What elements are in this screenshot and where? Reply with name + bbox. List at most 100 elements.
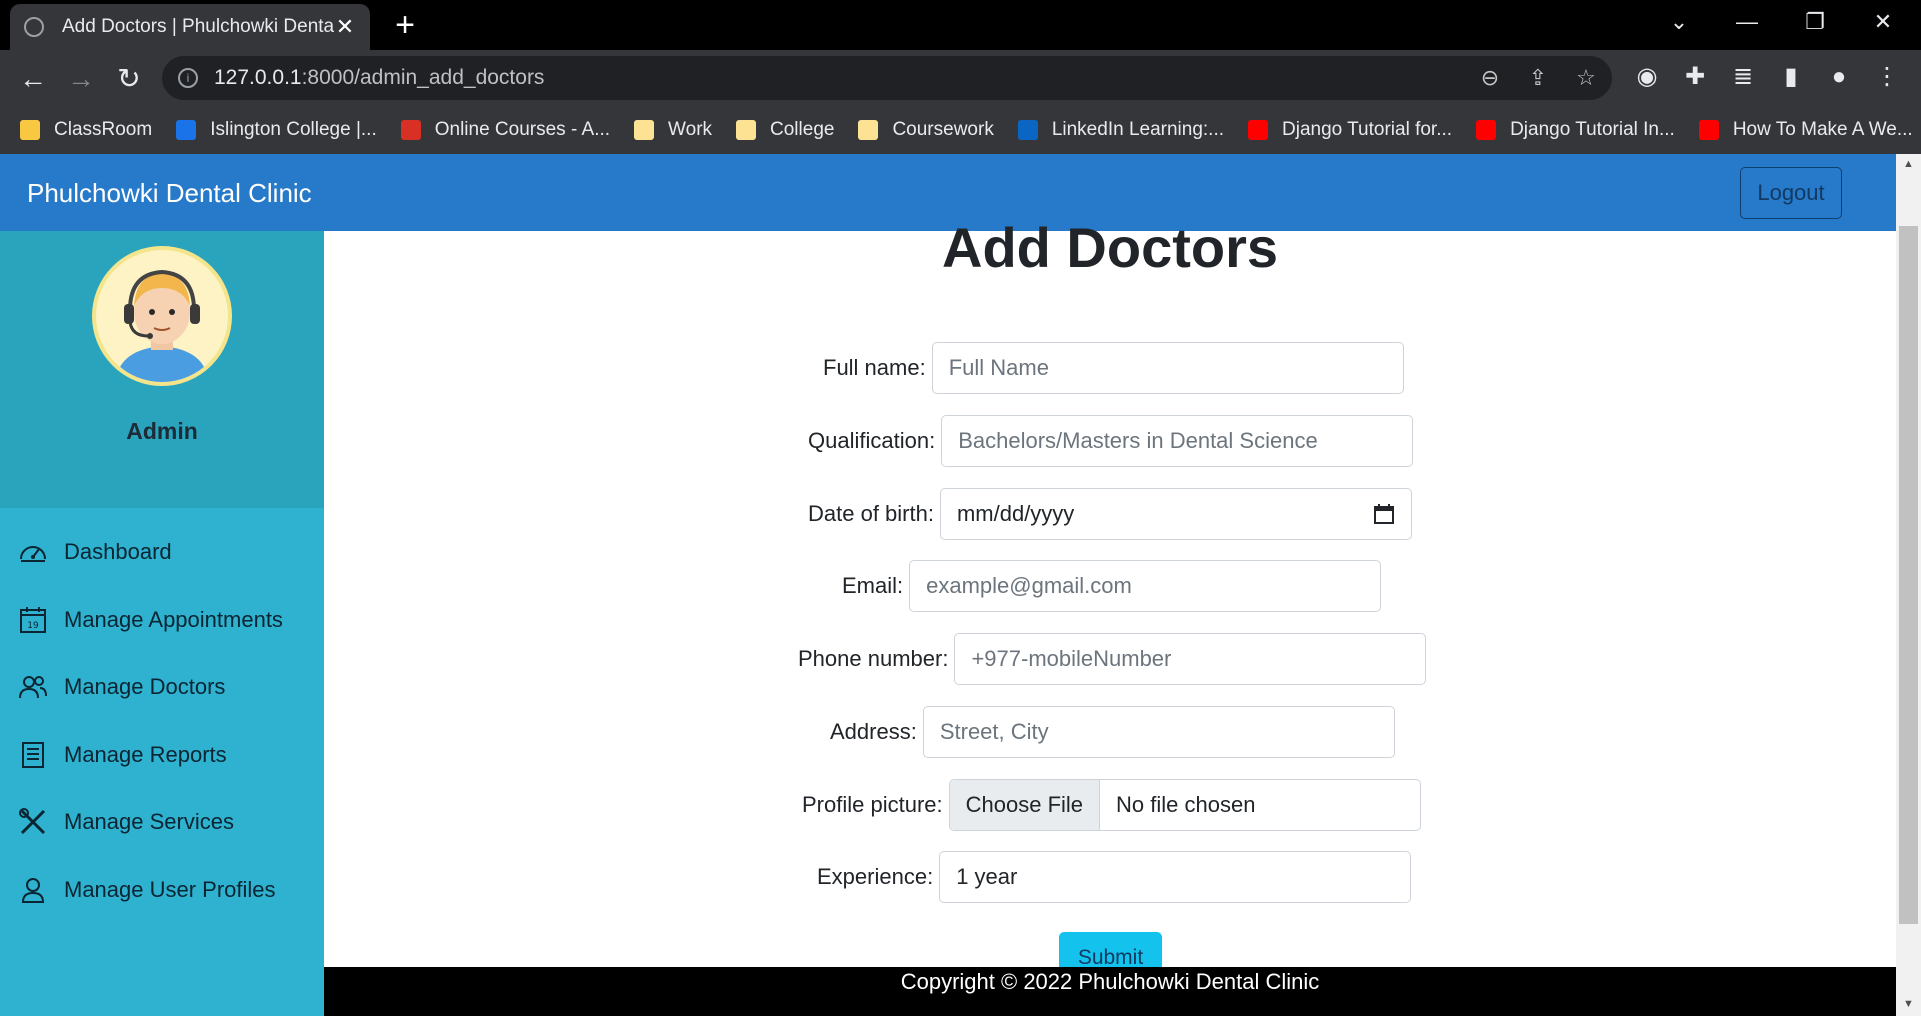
side-panel-icon[interactable]: ▮ bbox=[1774, 60, 1808, 94]
footer: Copyright © 2022 Phulchowki Dental Clini… bbox=[324, 967, 1896, 1016]
bookmark-label: LinkedIn Learning:... bbox=[1051, 119, 1225, 140]
bookmark-favicon-icon bbox=[634, 120, 655, 140]
bookmark-label: Online Courses - A... bbox=[434, 119, 611, 140]
dashboard-icon bbox=[20, 546, 46, 562]
sidebar-item-label: Dashboard bbox=[64, 539, 172, 564]
bookmark-item[interactable]: Coursework bbox=[858, 119, 994, 141]
address-input[interactable]: Street, City bbox=[922, 706, 1395, 758]
phone-input[interactable]: +977-mobileNumber bbox=[954, 633, 1427, 685]
users-icon bbox=[19, 676, 47, 699]
profile-picture-input[interactable]: Choose File No file chosen bbox=[948, 779, 1421, 831]
bookmark-label: How To Make A We... bbox=[1732, 119, 1913, 140]
bookmark-favicon-icon bbox=[20, 120, 40, 140]
bookmark-item[interactable]: How To Make A We... bbox=[1698, 119, 1913, 141]
file-status: No file chosen bbox=[1116, 792, 1256, 817]
phone-row: Phone number: +977-mobileNumber bbox=[798, 633, 1427, 685]
info-icon[interactable]: i bbox=[178, 68, 198, 88]
copyright-text: Copyright © 2022 Phulchowki Dental Clini… bbox=[900, 969, 1320, 994]
full-name-input[interactable]: Full Name bbox=[931, 342, 1404, 394]
back-icon[interactable]: ← bbox=[13, 62, 53, 96]
bookmark-label: Django Tutorial for... bbox=[1282, 119, 1453, 140]
dob-row: Date of birth: mm/dd/yyyy bbox=[808, 488, 1412, 540]
media-queue-icon[interactable]: ≣ bbox=[1726, 60, 1760, 94]
phone-label: Phone number: bbox=[798, 646, 949, 671]
bookmark-item[interactable]: Django Tutorial In... bbox=[1476, 119, 1675, 141]
share-icon[interactable]: ⇪ bbox=[1524, 64, 1552, 92]
profile-picture-row: Profile picture: Choose File No file cho… bbox=[802, 779, 1421, 831]
bookmark-favicon-icon bbox=[1698, 120, 1719, 140]
experience-row: Experience: 1 year bbox=[817, 851, 1412, 903]
experience-label: Experience: bbox=[817, 864, 934, 889]
sidebar-item-manage-appointments[interactable]: 19 Manage Appointments bbox=[0, 592, 324, 648]
sidebar-item-dashboard[interactable]: Dashboard bbox=[0, 524, 324, 580]
reload-icon[interactable]: ↻ bbox=[109, 62, 149, 96]
bookmark-label: College bbox=[770, 119, 835, 140]
tab-search-icon[interactable]: ⌄ bbox=[1645, 0, 1713, 46]
scroll-up-icon[interactable]: ▲ bbox=[1899, 158, 1918, 174]
qualification-input[interactable]: Bachelors/Masters in Dental Science bbox=[941, 415, 1414, 467]
calendar-icon: 19 bbox=[20, 607, 46, 633]
globe-icon bbox=[24, 17, 44, 37]
sidebar-item-manage-services[interactable]: Manage Services bbox=[0, 794, 324, 850]
sidebar-item-label: Manage User Profiles bbox=[64, 877, 276, 902]
web-page: Phulchowki Dental Clinic Logout Admin Da… bbox=[0, 154, 1896, 1016]
bookmark-item[interactable]: LinkedIn Learning:... bbox=[1017, 119, 1225, 141]
sidebar: Admin Dashboard 19 Manage Appointments M… bbox=[0, 231, 324, 1016]
scroll-down-icon[interactable]: ▼ bbox=[1899, 998, 1918, 1014]
bookmark-star-icon[interactable]: ☆ bbox=[1572, 64, 1600, 92]
tools-icon bbox=[19, 808, 46, 835]
choose-file-button[interactable]: Choose File bbox=[949, 780, 1101, 830]
sidebar-item-label: Manage Appointments bbox=[64, 607, 283, 632]
avatar bbox=[92, 246, 232, 386]
bookmark-item[interactable]: College bbox=[736, 119, 834, 141]
qualification-row: Qualification: Bachelors/Masters in Dent… bbox=[808, 415, 1414, 467]
brand-title[interactable]: Phulchowki Dental Clinic bbox=[27, 178, 312, 209]
dob-input[interactable]: mm/dd/yyyy bbox=[939, 488, 1412, 540]
page-title: Add Doctors bbox=[942, 216, 1278, 279]
email-input[interactable]: example@gmail.com bbox=[909, 560, 1382, 612]
bookmark-item[interactable]: ClassRoom bbox=[20, 119, 152, 141]
forward-icon[interactable]: → bbox=[61, 62, 101, 96]
logout-button[interactable]: Logout bbox=[1740, 167, 1842, 219]
calendar-picker-icon[interactable] bbox=[1373, 503, 1395, 525]
new-tab-button[interactable]: + bbox=[385, 6, 425, 44]
bookmark-favicon-icon bbox=[858, 120, 879, 140]
zoom-icon[interactable]: ⊖ bbox=[1476, 64, 1504, 92]
bookmark-item[interactable]: Work bbox=[634, 119, 712, 141]
report-icon bbox=[22, 742, 44, 768]
minimize-icon[interactable]: — bbox=[1713, 0, 1781, 46]
menu-kebab-icon[interactable]: ⋮ bbox=[1870, 60, 1904, 94]
sidebar-item-label: Manage Doctors bbox=[64, 674, 226, 699]
bookmark-item[interactable]: Online Courses - A... bbox=[400, 119, 611, 141]
sidebar-item-manage-doctors[interactable]: Manage Doctors bbox=[0, 659, 324, 715]
admin-name: Admin bbox=[126, 418, 198, 444]
bookmarks-bar: ClassRoom Islington College |... Online Co… bbox=[0, 108, 1921, 152]
sidebar-item-label: Manage Services bbox=[64, 809, 234, 834]
bookmark-favicon-icon bbox=[400, 120, 421, 140]
bookmark-favicon-icon bbox=[736, 120, 757, 140]
tab-title: Add Doctors | Phulchowki Dental bbox=[62, 16, 334, 37]
profile-avatar-icon[interactable]: ● bbox=[1822, 60, 1856, 94]
extensions-puzzle-icon[interactable]: ✚ bbox=[1678, 60, 1712, 94]
extension-glasses-icon[interactable]: ◉ bbox=[1630, 60, 1664, 94]
bookmark-favicon-icon bbox=[1248, 120, 1269, 140]
main-content: Add Doctors Full name: Full Name Qualifi… bbox=[324, 216, 1896, 1016]
bookmark-label: Coursework bbox=[892, 119, 994, 140]
sidebar-item-manage-reports[interactable]: Manage Reports bbox=[0, 727, 324, 783]
bookmark-item[interactable]: Django Tutorial for... bbox=[1248, 119, 1452, 141]
url-host: 127.0.0.1 bbox=[214, 66, 302, 89]
email-row: Email: example@gmail.com bbox=[842, 560, 1382, 612]
browser-tab[interactable]: Add Doctors | Phulchowki Dental ✕ bbox=[10, 4, 370, 50]
email-label: Email: bbox=[842, 573, 904, 598]
bookmark-label: ClassRoom bbox=[54, 119, 153, 140]
profile-picture-label: Profile picture: bbox=[802, 792, 943, 817]
address-bar[interactable]: i 127.0.0.1:8000/admin_add_doctors bbox=[162, 56, 1612, 100]
experience-select[interactable]: 1 year bbox=[939, 851, 1412, 903]
restore-icon[interactable]: ❐ bbox=[1781, 0, 1849, 46]
address-label: Address: bbox=[830, 719, 917, 744]
sidebar-item-manage-user-profiles[interactable]: Manage User Profiles bbox=[0, 862, 324, 918]
window-close-icon[interactable]: ✕ bbox=[1849, 0, 1917, 46]
scrollbar-thumb[interactable] bbox=[1899, 226, 1918, 924]
bookmark-item[interactable]: Islington College |... bbox=[176, 119, 377, 141]
close-tab-icon[interactable]: ✕ bbox=[334, 14, 356, 40]
